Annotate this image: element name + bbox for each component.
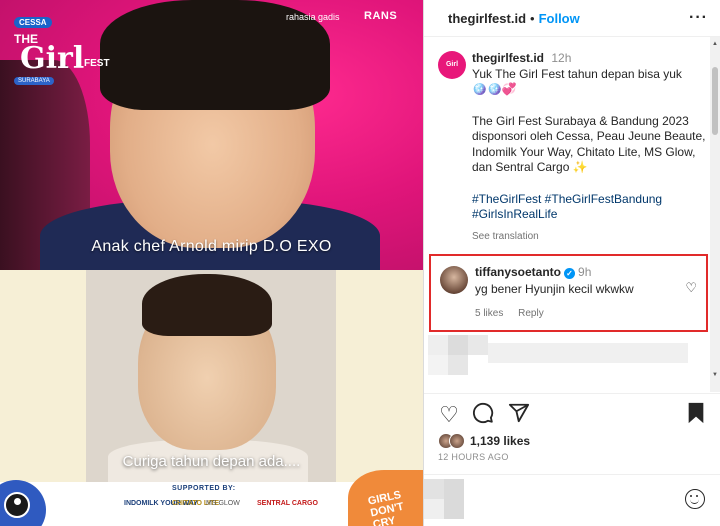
caption-first-line: Yuk The Girl Fest tahun depan bisa yuk bbox=[472, 66, 682, 81]
scrollbar-thumb[interactable] bbox=[712, 67, 718, 135]
comment-time[interactable]: 9h bbox=[578, 265, 591, 279]
girl-fest-logo: CESSA THE Girl FEST SURABAYA bbox=[14, 12, 124, 87]
logo-fest: FEST bbox=[84, 58, 110, 69]
rans-logo: RANS bbox=[364, 10, 398, 22]
follow-button[interactable]: Follow bbox=[539, 11, 580, 26]
caption-top: Anak chef Arnold mirip D.O EXO bbox=[91, 238, 332, 255]
post-time[interactable]: 12h bbox=[551, 51, 571, 65]
verified-icon: ✓ bbox=[564, 268, 576, 279]
comment-meta: 5 likes Reply bbox=[475, 308, 556, 319]
sponsor-msglow: MS GLOW bbox=[206, 500, 240, 507]
logo-city: SURABAYA bbox=[14, 77, 54, 85]
comment-likes[interactable]: 5 likes bbox=[475, 308, 503, 319]
supported-by-label: SUPPORTED BY: bbox=[172, 485, 236, 492]
blurred-avatar bbox=[424, 499, 444, 519]
see-translation-link[interactable]: See translation bbox=[472, 229, 708, 245]
comment-text: yg bener Hyunjin kecil wkwkw bbox=[475, 282, 634, 296]
more-icon[interactable]: ··· bbox=[689, 9, 708, 27]
comments-scroll-area[interactable]: Girl thegirlfest.id 12h Yuk The Girl Fes… bbox=[424, 37, 720, 392]
post-caption-body: thegirlfest.id 12h Yuk The Girl Fest tah… bbox=[472, 51, 708, 244]
blurred-avatar bbox=[444, 479, 464, 519]
header-separator: • bbox=[530, 10, 535, 26]
comments-scrollbar[interactable]: ▲ ▼ bbox=[710, 37, 720, 392]
post-date[interactable]: 12 HOURS AGO bbox=[438, 452, 509, 462]
blurred-avatar bbox=[424, 479, 444, 499]
caption-emojis: 🪩🪩💞 bbox=[472, 82, 517, 96]
caption-bottom: Curiga tahun depan ada.... bbox=[122, 453, 301, 470]
emoji-icon[interactable] bbox=[685, 489, 705, 509]
comment-input[interactable] bbox=[472, 487, 672, 509]
post-actions: ♡ 1,139 likes 12 HOURS AGO bbox=[424, 393, 720, 483]
caption-hashtags[interactable]: #TheGirlFest #TheGirlFestBandung #GirlsI… bbox=[472, 192, 708, 223]
blurred-comment bbox=[428, 335, 698, 375]
comment-heart-icon[interactable]: ♡ bbox=[685, 280, 697, 296]
post-header: thegirlfest.id • Follow ··· bbox=[424, 0, 720, 37]
likes-count[interactable]: 1,139 likes bbox=[470, 434, 530, 448]
post-username[interactable]: thegirlfest.id bbox=[472, 51, 544, 65]
comment-avatar[interactable] bbox=[440, 266, 468, 294]
comment-header: tiffanysoetanto ✓ 9h bbox=[475, 265, 591, 279]
caption-body-text: The Girl Fest Surabaya & Bandung 2023 di… bbox=[472, 113, 706, 175]
tagged-user-icon[interactable] bbox=[4, 492, 30, 518]
kid2-hair bbox=[142, 274, 272, 336]
liked-by-row[interactable]: 1,139 likes bbox=[438, 432, 530, 450]
add-comment-bar bbox=[424, 474, 720, 526]
caption-line1: thegirlfest.id 12h Yuk The Girl Fest tah… bbox=[472, 51, 708, 98]
bookmark-icon[interactable] bbox=[683, 402, 709, 428]
liker-avatar bbox=[449, 433, 465, 449]
post-side-panel: thegirlfest.id • Follow ··· Girl thegirl… bbox=[423, 0, 720, 526]
scroll-up-icon[interactable]: ▲ bbox=[712, 41, 718, 47]
rahasia-gadis-logo: rahasia gadis bbox=[286, 12, 340, 22]
cessa-logo: CESSA bbox=[14, 17, 52, 28]
comment-icon[interactable] bbox=[470, 402, 496, 428]
comment-username[interactable]: tiffanysoetanto bbox=[475, 265, 561, 279]
post-avatar[interactable]: Girl bbox=[438, 51, 466, 79]
instagram-post-view: CESSA THE Girl FEST SURABAYA rahasia gad… bbox=[0, 0, 720, 526]
heart-icon[interactable]: ♡ bbox=[436, 402, 462, 428]
reply-button[interactable]: Reply bbox=[518, 308, 544, 319]
share-icon[interactable] bbox=[506, 402, 532, 428]
highlighted-comment: tiffanysoetanto ✓ 9h yg bener Hyunjin keci… bbox=[429, 254, 708, 332]
sponsor-sentral-cargo: SENTRAL CARGO bbox=[257, 500, 318, 507]
bottom-photo bbox=[0, 270, 423, 482]
scroll-down-icon[interactable]: ▼ bbox=[712, 372, 718, 378]
header-username[interactable]: thegirlfest.id bbox=[448, 11, 526, 26]
post-media[interactable]: CESSA THE Girl FEST SURABAYA rahasia gad… bbox=[0, 0, 423, 526]
